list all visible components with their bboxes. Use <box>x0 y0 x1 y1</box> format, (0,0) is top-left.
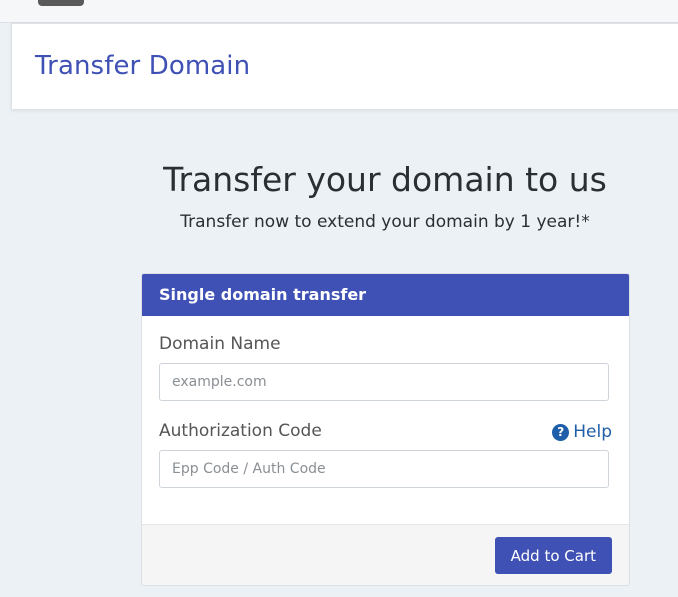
hero-title: Transfer your domain to us <box>163 160 607 199</box>
question-circle-icon: ? <box>552 423 570 441</box>
domain-name-label: Domain Name <box>159 334 281 354</box>
page-title: Transfer Domain <box>35 51 251 81</box>
card-header: Single domain transfer <box>142 274 629 316</box>
top-bar <box>0 0 678 23</box>
card-footer: Add to Cart <box>142 524 629 585</box>
hero-subtitle: Transfer now to extend your domain by 1 … <box>180 212 590 232</box>
help-label: Help <box>573 422 612 442</box>
top-tab-handle <box>38 0 84 6</box>
help-link[interactable]: ? Help <box>552 422 612 442</box>
domain-name-input[interactable] <box>159 363 609 401</box>
authorization-code-input[interactable] <box>159 450 609 488</box>
page-header: Transfer Domain <box>11 23 678 110</box>
single-domain-transfer-card: Single domain transfer Domain Name Autho… <box>141 273 630 586</box>
authorization-code-label: Authorization Code <box>159 421 322 441</box>
add-to-cart-button[interactable]: Add to Cart <box>494 537 612 574</box>
